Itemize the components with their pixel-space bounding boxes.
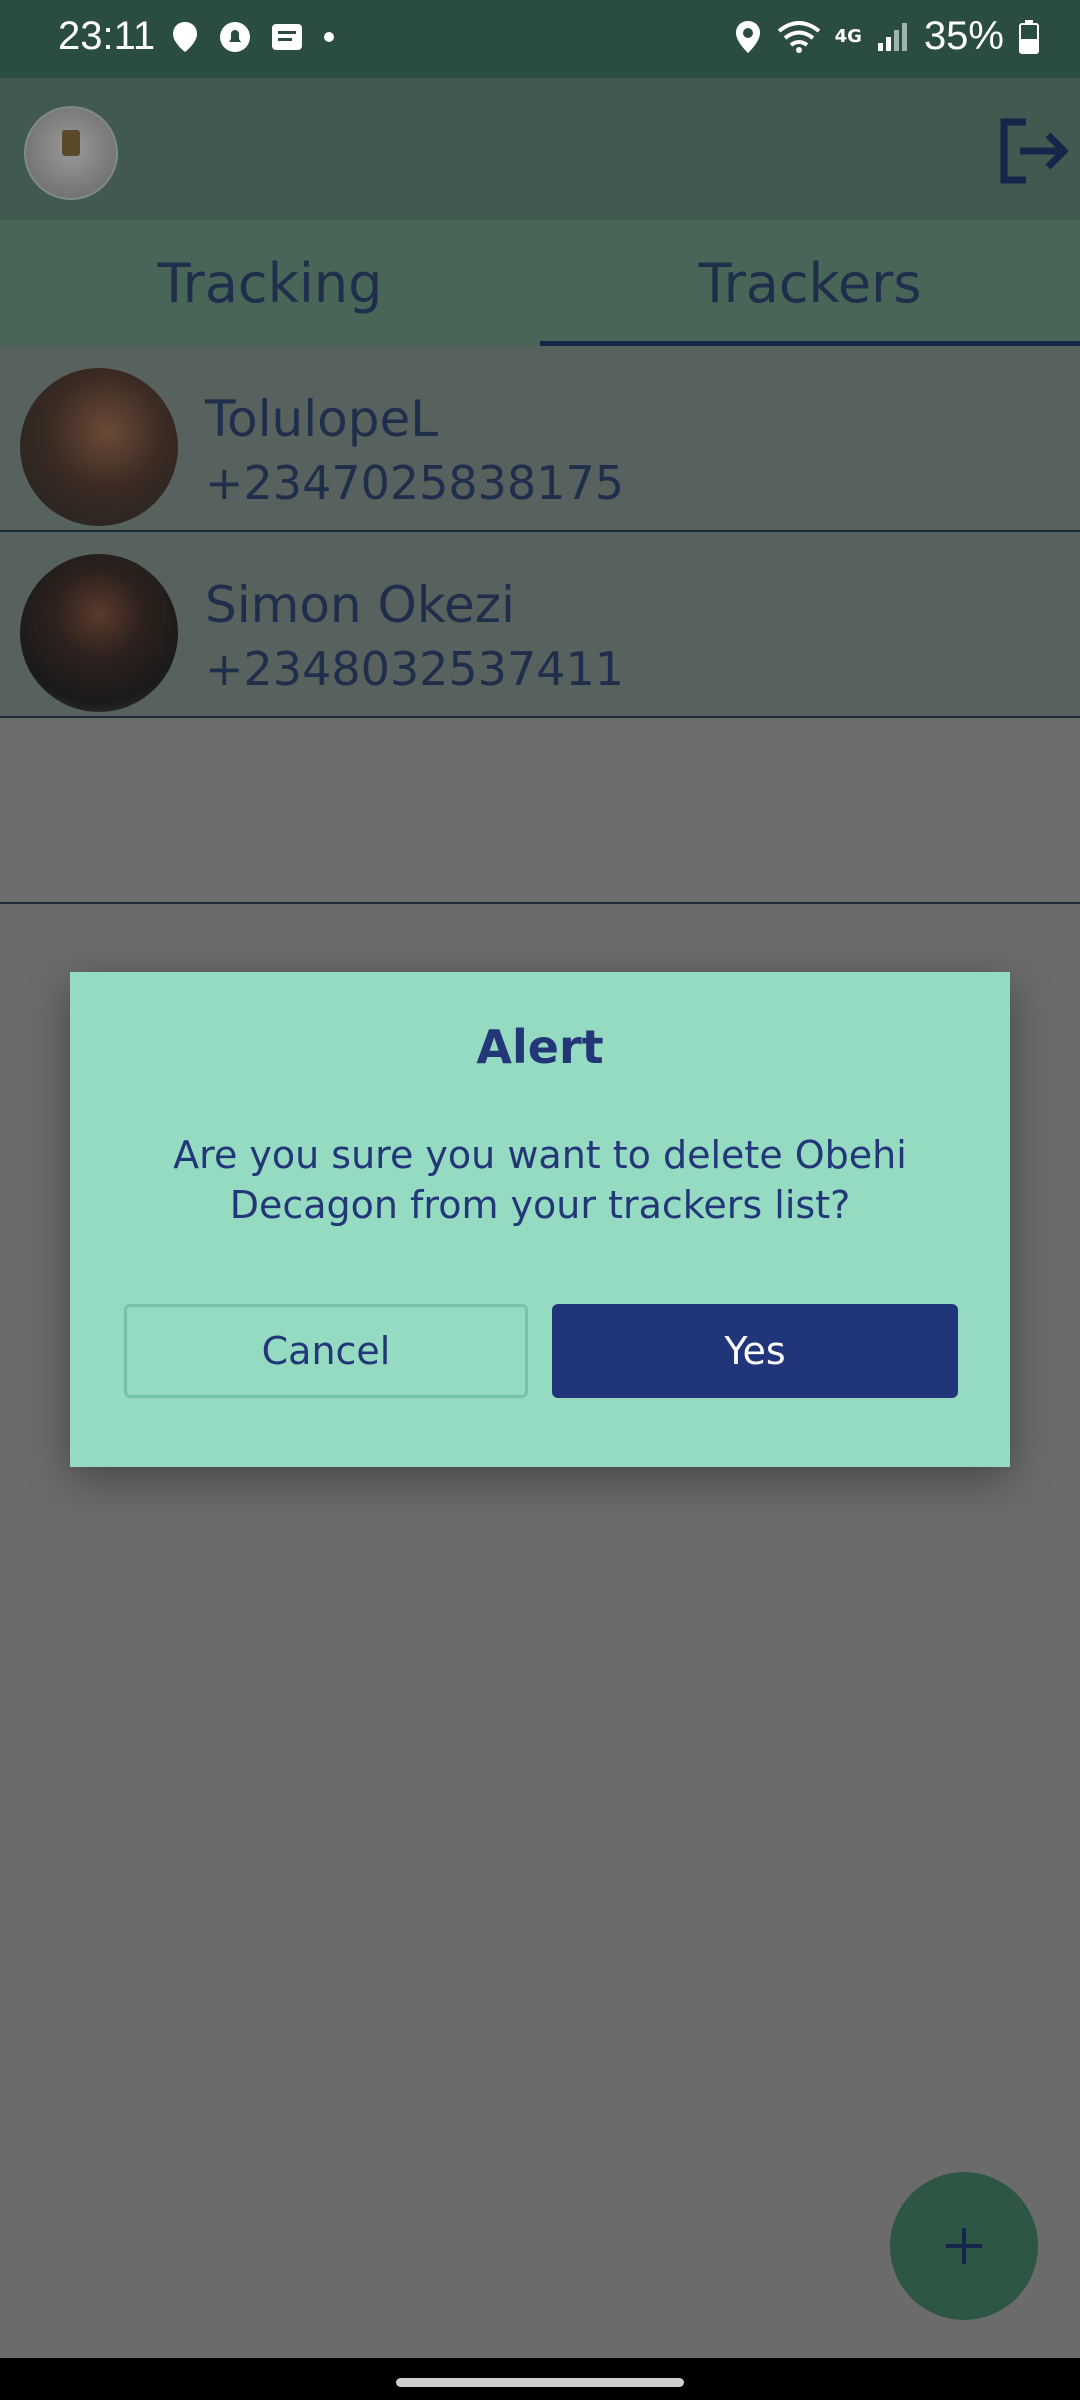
- add-tracker-button[interactable]: [890, 2172, 1038, 2320]
- profile-avatar[interactable]: [24, 106, 118, 200]
- status-time: 23:11: [58, 14, 156, 58]
- plus-icon: [946, 2228, 982, 2264]
- location-pin-icon: [173, 22, 197, 52]
- network-type-label: 4G: [834, 25, 862, 47]
- status-right-icons: 4G 35%: [733, 14, 1040, 59]
- status-left-icons: [170, 20, 336, 54]
- battery-icon: [1019, 19, 1039, 54]
- status-bar: 23:11 4G 35%: [0, 0, 1080, 78]
- tab-trackers[interactable]: Trackers: [540, 220, 1080, 346]
- logout-icon[interactable]: [996, 116, 1072, 186]
- tracker-name: Simon Okezi: [205, 576, 515, 634]
- notification-icon: [220, 22, 250, 52]
- battery-percent: 35%: [923, 14, 1004, 58]
- home-gesture-handle[interactable]: [396, 2378, 684, 2387]
- dot-icon: [324, 32, 334, 42]
- yes-button[interactable]: Yes: [552, 1304, 958, 1398]
- list-item[interactable]: TolulopeL +2347025838175: [0, 346, 1080, 532]
- navigation-bar: [0, 2358, 1080, 2400]
- app-bar: [0, 78, 1080, 220]
- list-item[interactable]: Simon Okezi +2348032537411: [0, 532, 1080, 718]
- cancel-button[interactable]: Cancel: [124, 1304, 528, 1398]
- avatar: [20, 554, 178, 712]
- tab-bar: Tracking Trackers: [0, 220, 1080, 346]
- location-icon: [735, 20, 760, 53]
- message-icon: [272, 24, 302, 50]
- list-item-empty: [0, 718, 1080, 904]
- wifi-icon: [777, 20, 820, 53]
- signal-icon: [877, 22, 907, 51]
- tab-tracking[interactable]: Tracking: [0, 220, 540, 346]
- avatar: [20, 368, 178, 526]
- tracker-phone: +2347025838175: [205, 456, 625, 510]
- trackers-list: TolulopeL +2347025838175 Simon Okezi +23…: [0, 346, 1080, 904]
- dialog-message: Are you sure you want to delete Obehi De…: [173, 1133, 907, 1227]
- tracker-name: TolulopeL: [205, 390, 439, 448]
- dialog-title: Alert: [476, 1020, 604, 1074]
- tracker-phone: +2348032537411: [205, 642, 625, 696]
- alert-dialog: Alert Are you sure you want to delete Ob…: [70, 972, 1010, 1467]
